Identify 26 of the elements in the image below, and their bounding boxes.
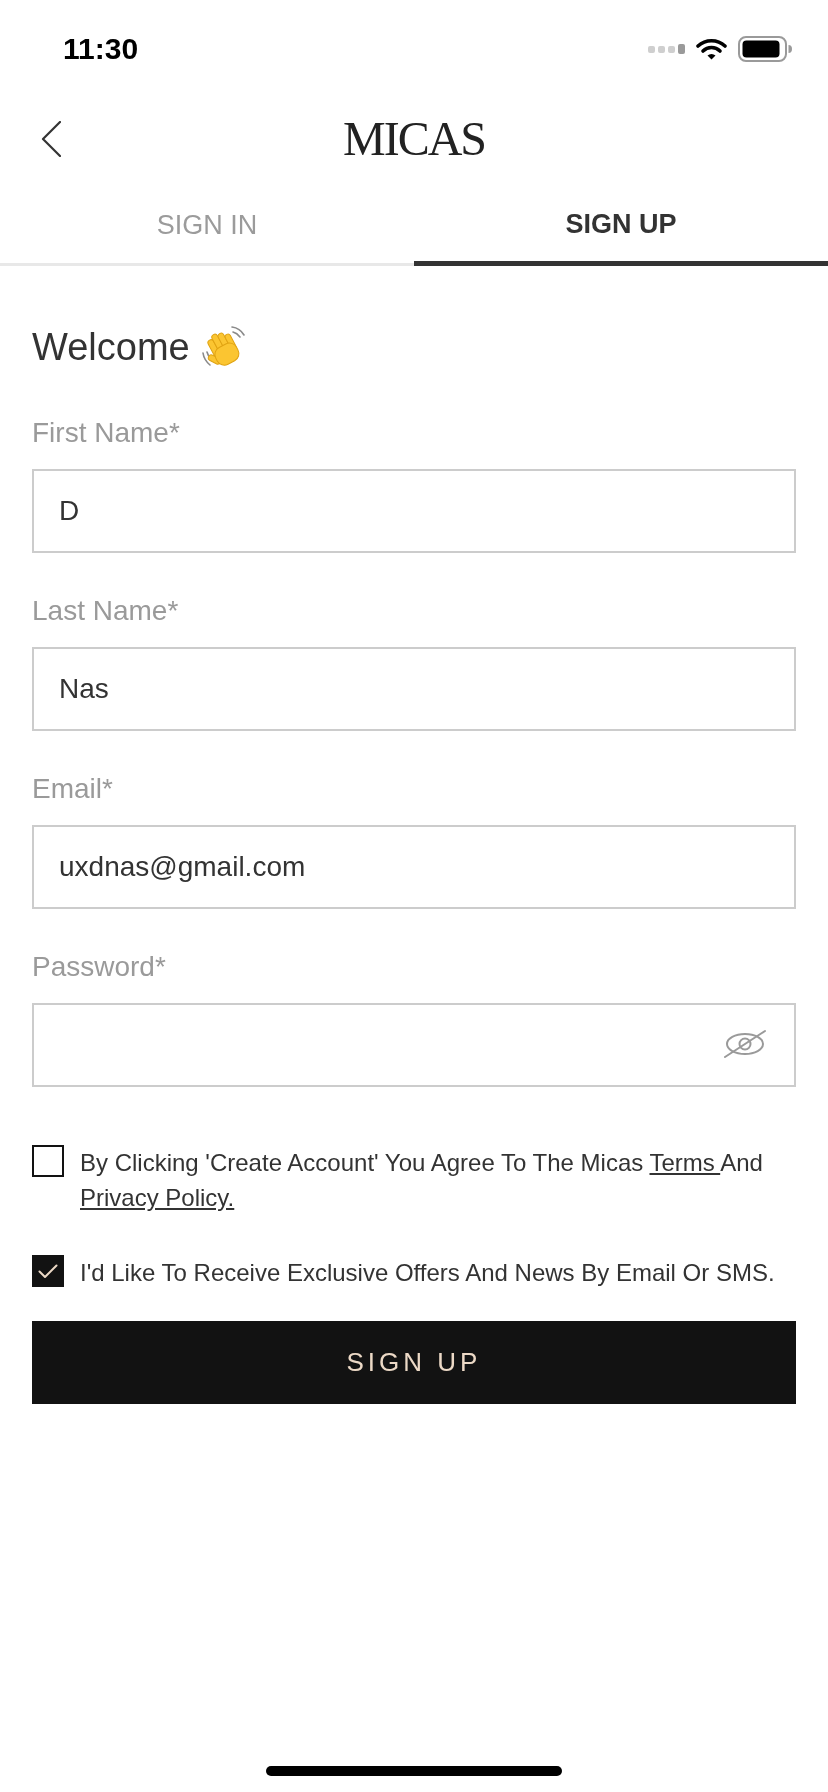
field-label: First Name* [32, 416, 181, 450]
waving-hand-icon [199, 325, 246, 369]
status-time: 11:30 [63, 34, 139, 64]
field-label: Password* [32, 950, 167, 984]
consent-text: I'd Like To Receive Exclusive Offers And News By Email Or SMS. [80, 1258, 776, 1288]
checkbox[interactable] [32, 1145, 64, 1177]
tab[interactable]: SIGN UP [414, 180, 828, 266]
input-field[interactable]: D [32, 469, 796, 553]
battery-icon [738, 36, 792, 62]
field-label: Email* [32, 772, 114, 806]
inline-link[interactable]: Privacy Policy. [80, 1184, 235, 1211]
signal-icon [648, 44, 685, 54]
input-field[interactable] [32, 1003, 796, 1087]
inline-link[interactable]: Terms [649, 1149, 721, 1176]
checkmark-icon [38, 1263, 58, 1279]
checkbox[interactable] [32, 1255, 64, 1287]
eye-slash-icon[interactable] [723, 1029, 767, 1059]
input-field[interactable]: uxdnas@gmail.com [32, 825, 796, 909]
consent-text: By Clicking 'Create Account' You Agree To The Micas Terms And Privacy Policy. [80, 1148, 764, 1213]
sign-up-button[interactable]: SIGN UP [32, 1321, 796, 1404]
wifi-icon [696, 38, 727, 60]
input-field[interactable]: Nas [32, 647, 796, 731]
welcome-heading: Welcome [32, 325, 190, 370]
field-label: Last Name* [32, 594, 180, 628]
logo: MICAS [342, 115, 485, 163]
back-icon[interactable] [41, 121, 61, 157]
